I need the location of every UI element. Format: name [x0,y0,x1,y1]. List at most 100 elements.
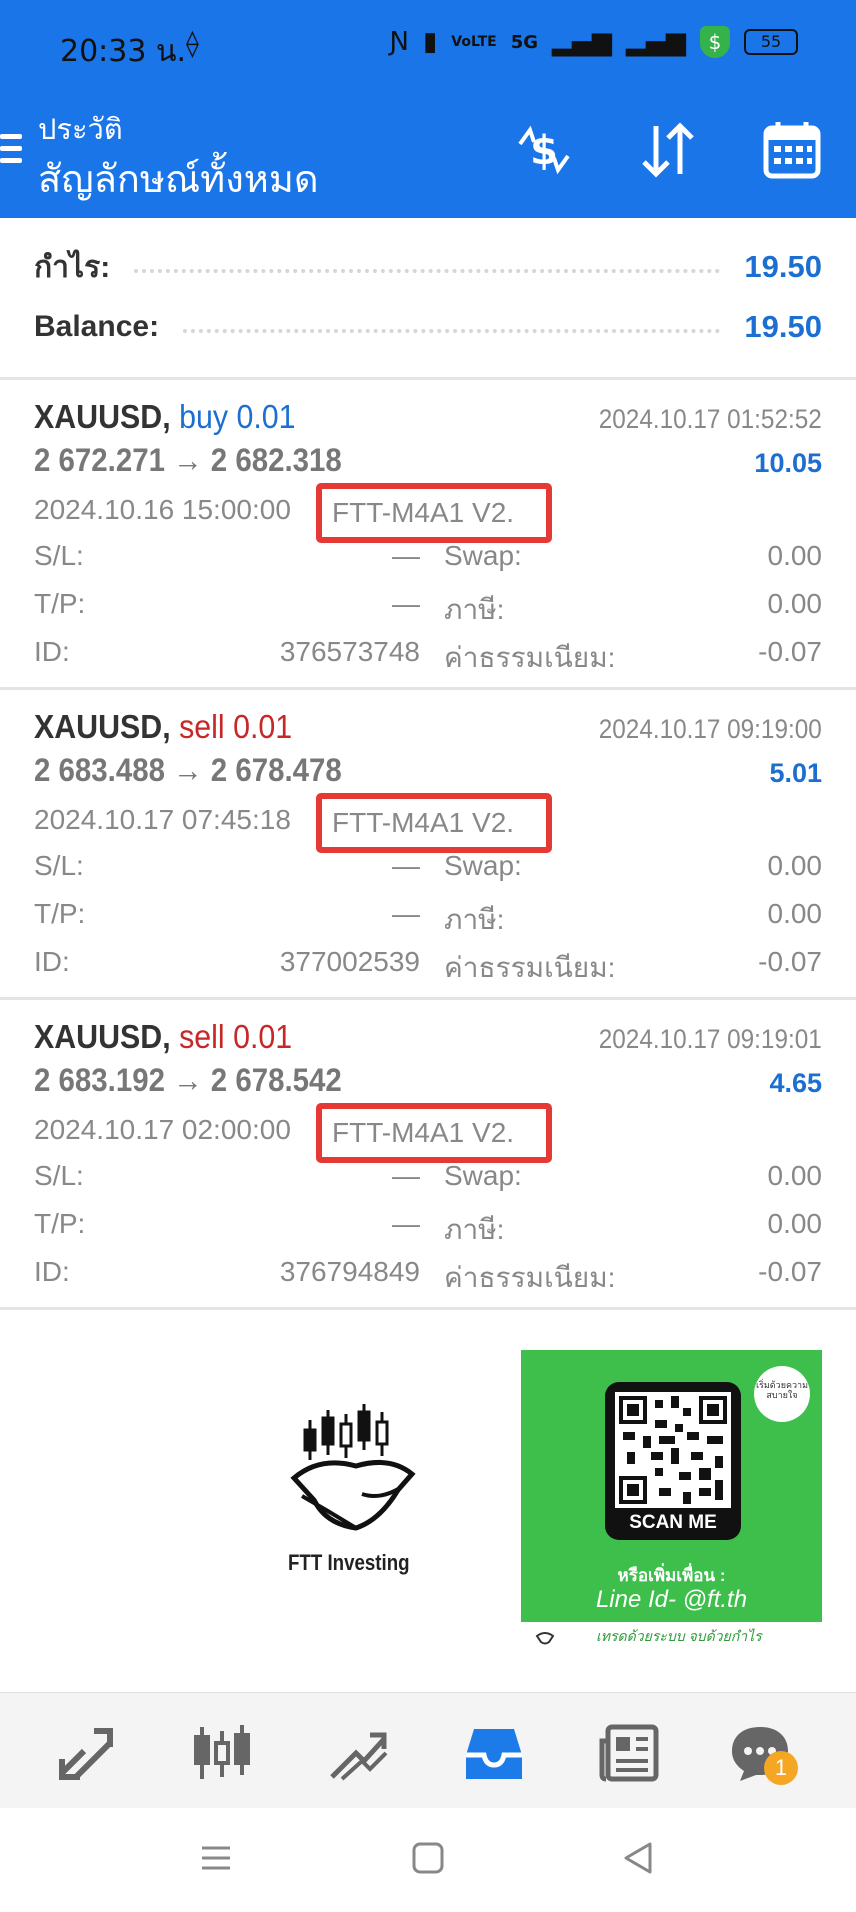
fee-label: ค่าธรรมเนียม: [444,952,616,983]
deal-symbol: XAUUSD, [34,708,171,745]
id-value: 376794849 [279,1256,420,1287]
deal-item[interactable]: XAUUSD, sell 0.01 2024.10.17 09:19:01 2 … [0,1000,856,1310]
swap-value: 0.00 [767,540,823,571]
logo-text: FTT Investing [288,1550,410,1575]
page-title[interactable]: สัญลักษณ์ทั้งหมด [38,148,319,209]
profit-row: กำไร: 19.50 [34,242,822,292]
signal-bars-icon: ▂▄▆ [552,27,612,57]
header-subtitle: ประวัติ [38,112,123,146]
tp-value: — [392,1208,420,1239]
deal-close-time: 2024.10.17 09:19:01 [599,1024,822,1054]
deal-open-time: 2024.10.17 07:45:18 [34,804,291,835]
nfc-icon: Ɲ [389,27,409,57]
id-value: 376573748 [279,636,420,667]
chat-badge: 1 [764,1751,798,1785]
menu-icon[interactable] [0,134,22,168]
deal-profit: 5.01 [769,758,822,788]
deal-prices: 2 683.192 → 2 678.542 [34,1062,342,1098]
tp-value: — [392,588,420,619]
deal-open-time: 2024.10.16 15:00:00 [34,494,291,525]
deal-type: sell 0.01 [179,1018,293,1055]
signal-bars-2-icon: ▂▄▆ [626,27,686,57]
sl-value: — [392,540,420,571]
deal-symbol: XAUUSD, [34,398,171,435]
deal-item[interactable]: XAUUSD, sell 0.01 2024.10.17 09:19:00 2 … [0,690,856,1000]
fee-label: ค่าธรรมเนียม: [444,1262,616,1293]
app-bar: ประวัติ สัญลักษณ์ทั้งหมด $ [0,90,856,218]
calendar-icon[interactable] [760,118,824,182]
deal-prices: 2 683.488 → 2 678.478 [34,752,342,788]
tax-value: 0.00 [767,588,823,619]
trade-icon[interactable] [326,1721,390,1785]
sl-label: S/L: [34,540,84,571]
mini-logo-icon [535,1632,555,1645]
status-icons: Ɲ ▮ VoLTE 5G ▂▄▆ ▂▄▆ $ 55 [390,26,798,58]
profit-value: 19.50 [744,249,822,284]
tax-label: ภาษี: [444,1214,505,1245]
promo-overlay: FTT Investing เริ่มด้วยความสบายใจ SCAN M… [0,1310,856,1690]
vibrate-icon: ▮ [422,27,438,57]
balance-value: 19.50 [744,309,822,344]
sort-icon[interactable] [636,118,700,182]
balance-row: Balance: 19.50 [34,302,822,352]
deal-type: buy 0.01 [179,398,296,435]
deal-comment-highlight: FTT-M4A1 V2. [316,483,552,543]
tax-label: ภาษี: [444,594,505,625]
deal-profit: 4.65 [769,1068,822,1098]
swap-value: 0.00 [767,1160,823,1191]
deal-type: sell 0.01 [179,708,293,745]
status-bar: 20:33 น. ⟠ Ɲ ▮ VoLTE 5G ▂▄▆ ▂▄▆ $ 55 [0,0,856,90]
history-icon[interactable] [462,1721,526,1785]
swap-label: Swap: [444,850,522,881]
tax-value: 0.00 [767,898,823,929]
svg-text:$: $ [530,128,558,174]
id-value: 377002539 [279,946,420,977]
deal-close-time: 2024.10.17 09:19:00 [599,714,822,744]
sl-value: — [392,850,420,881]
tagline-text: เทรดด้วยระบบ จบด้วยกำไร [596,1628,762,1644]
line-id-text: Line Id- @ft.th [595,1586,748,1613]
deposit-dollar-icon[interactable]: $ [512,118,576,182]
volte-icon: VoLTE [451,34,497,50]
deal-open-time: 2024.10.17 02:00:00 [34,1114,291,1145]
tp-label: T/P: [34,898,86,929]
speech-bubble: เริ่มด้วยความสบายใจ [754,1366,810,1422]
swap-value: 0.00 [767,850,823,881]
deal-item[interactable]: XAUUSD, buy 0.01 2024.10.17 01:52:52 2 6… [0,380,856,690]
deal-profit: 10.05 [754,448,822,478]
summary-panel: กำไร: 19.50 Balance: 19.50 [0,218,856,380]
chart-icon[interactable] [190,1721,254,1785]
fee-value: -0.07 [758,946,822,977]
add-friend-text: หรือเพิ่มเพื่อน : [617,1566,726,1585]
battery-icon: 55 [744,29,798,55]
deal-close-time: 2024.10.17 01:52:52 [599,404,822,434]
sl-label: S/L: [34,1160,84,1191]
qr-card: เริ่มด้วยความสบายใจ SCAN ME หรือเพิ่มเพื… [521,1350,822,1622]
balance-label: Balance: [34,310,160,343]
sl-value: — [392,1160,420,1191]
scan-me-label: SCAN ME [629,1512,717,1533]
quotes-icon[interactable] [54,1721,118,1785]
news-icon[interactable] [598,1721,662,1785]
system-nav-bar [0,1808,856,1912]
location-icon: ⟠ [186,28,199,58]
deal-comment-highlight: FTT-M4A1 V2. [316,1103,552,1163]
tax-label: ภาษี: [444,904,505,935]
id-label: ID: [34,1256,70,1287]
bottom-nav: 1 [0,1692,856,1808]
deal-prices: 2 672.271 → 2 682.318 [34,442,342,478]
home-icon[interactable] [408,1838,448,1878]
qr-code-icon [615,1392,731,1508]
swap-label: Swap: [444,1160,522,1191]
swap-label: Swap: [444,540,522,571]
fee-label: ค่าธรรมเนียม: [444,642,616,673]
signal-5g-icon: 5G [510,31,538,53]
id-label: ID: [34,946,70,977]
fee-value: -0.07 [758,1256,822,1287]
id-label: ID: [34,636,70,667]
recent-apps-icon[interactable] [196,1838,236,1878]
sl-label: S/L: [34,850,84,881]
qr-frame: SCAN ME [605,1382,741,1540]
tp-label: T/P: [34,588,86,619]
back-icon[interactable] [618,1838,658,1878]
